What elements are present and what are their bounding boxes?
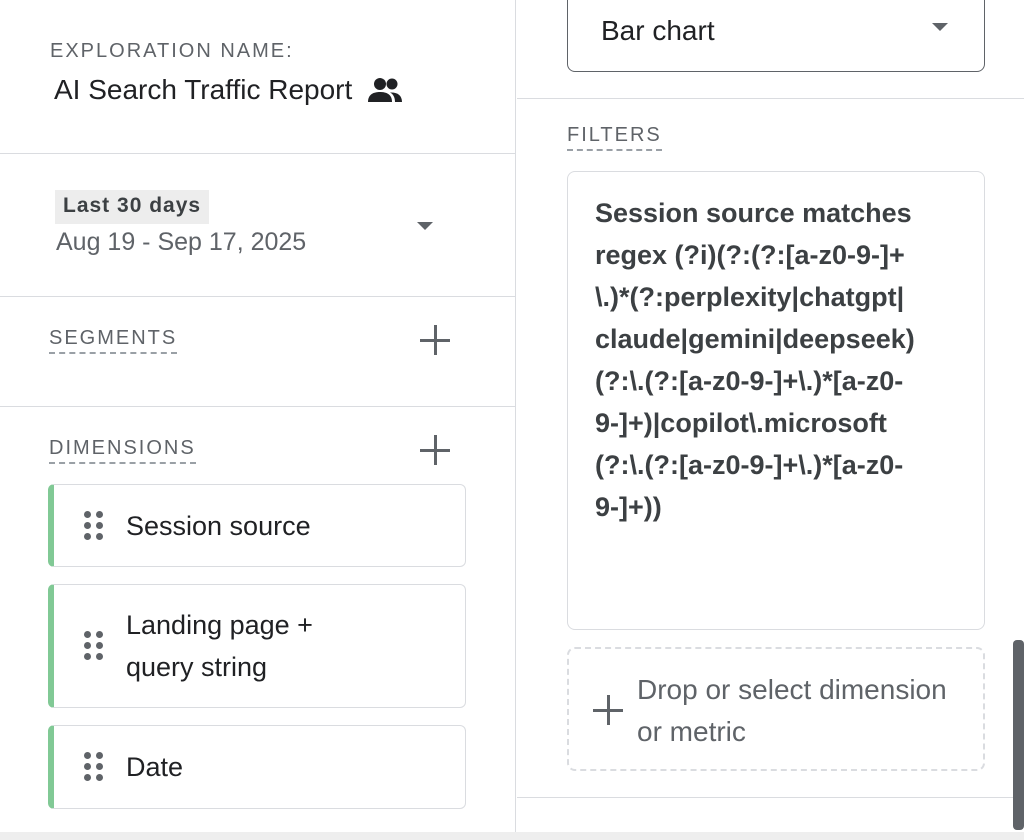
dimension-label: Landing page + query string (126, 610, 313, 682)
exploration-name-label: EXPLORATION NAME: (50, 40, 294, 62)
chevron-down-icon[interactable] (932, 23, 948, 31)
filter-drop-zone[interactable]: Drop or select dimension or metric (567, 647, 985, 771)
segments-label: SEGMENTS (49, 327, 178, 354)
visualization-select[interactable]: Bar chart (567, 0, 985, 72)
divider (517, 797, 1024, 798)
dimension-chip[interactable]: Landing page + query string (48, 584, 466, 708)
variables-panel: EXPLORATION NAME: AI Search Traffic Repo… (0, 0, 516, 840)
divider (0, 296, 516, 297)
tab-settings-panel: Bar chart FILTERS Session source matches… (517, 0, 1024, 840)
date-preset-chip: Last 30 days (55, 190, 210, 224)
divider (0, 406, 516, 407)
exploration-name[interactable]: AI Search Traffic Report (54, 74, 404, 106)
divider (0, 153, 516, 154)
add-dimension-icon[interactable] (420, 435, 450, 465)
filter-chip[interactable]: Session source matches regex (?i)(?:(?:[… (567, 171, 985, 630)
dimension-label: Session source (126, 510, 311, 541)
exploration-name-text: AI Search Traffic Report (54, 74, 353, 105)
drag-handle-icon[interactable] (84, 752, 104, 782)
people-icon (366, 75, 404, 105)
filters-label: FILTERS (567, 124, 662, 151)
visualization-selected: Bar chart (601, 15, 715, 46)
scrollbar-thumb[interactable] (1013, 640, 1024, 830)
add-segment-icon[interactable] (420, 325, 450, 355)
dimension-chip[interactable]: Session source (48, 484, 466, 567)
add-filter-icon[interactable] (593, 695, 623, 725)
filter-text: Session source matches regex (?i)(?:(?:[… (595, 198, 915, 522)
divider (517, 98, 1024, 99)
chevron-down-icon[interactable] (417, 222, 433, 230)
date-range-text: Aug 19 - Sep 17, 2025 (56, 228, 307, 256)
dimension-label: Date (126, 752, 184, 782)
dimensions-label: DIMENSIONS (49, 437, 196, 464)
bottom-edge (0, 832, 1024, 840)
drag-handle-icon[interactable] (84, 631, 104, 661)
drag-handle-icon[interactable] (84, 510, 104, 541)
drop-zone-text: Drop or select dimension or metric (637, 674, 947, 747)
dimension-chip[interactable]: Date (48, 725, 466, 809)
